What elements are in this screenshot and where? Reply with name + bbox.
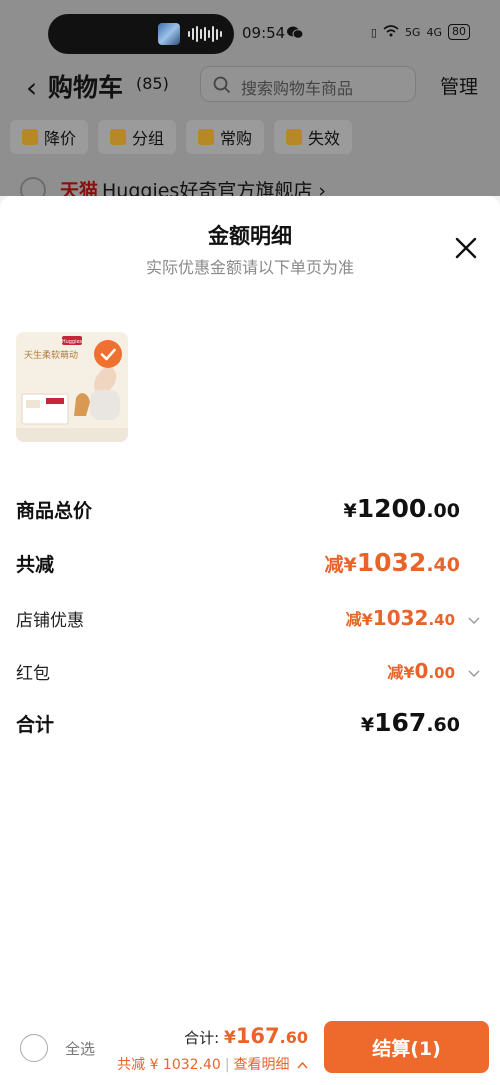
- row-sum: 合计 ¥167.60: [16, 708, 460, 740]
- total-reduction-label: 共减: [16, 554, 55, 576]
- bottom-discount: 共减 ¥ 1032.40 | 查看明细: [117, 1054, 308, 1074]
- svg-text:Huggies: Huggies: [62, 339, 83, 345]
- total-price-value: ¥1200.00: [343, 494, 461, 523]
- battery-icon: 80: [448, 24, 470, 40]
- vibrate-icon: ▯: [370, 25, 377, 39]
- product-thumbnail[interactable]: Huggies 天生柔软萌动: [16, 332, 128, 442]
- store-discount-label: 店铺优惠: [16, 611, 84, 631]
- store-discount-value: 减¥1032.40: [346, 606, 480, 630]
- discount-summary: 共减 ¥ 1032.40: [117, 1057, 221, 1073]
- manage-button[interactable]: 管理: [440, 72, 478, 99]
- filter-chips: 降价 分组 常购 失效: [10, 120, 353, 154]
- chevron-down-icon: [468, 670, 480, 677]
- audio-wave-icon: [188, 25, 222, 43]
- price-drop-icon: [22, 129, 38, 145]
- search-placeholder: 搜索购物车商品: [241, 79, 354, 98]
- sheet-subtitle: 实际优惠金额请以下单页为准: [145, 258, 354, 277]
- sheet-title: 金额明细: [208, 224, 292, 248]
- row-red-packet[interactable]: 红包 减¥0.00: [16, 659, 480, 689]
- dynamic-island[interactable]: [48, 14, 234, 54]
- row-total-price: 商品总价 ¥1200.00: [16, 494, 461, 526]
- separator: |: [224, 1057, 230, 1073]
- wifi-icon: [383, 24, 399, 40]
- sum-value: ¥167.60: [360, 708, 460, 737]
- wechat-notification-icon: [287, 26, 303, 39]
- cart-icon: [198, 129, 215, 145]
- row-store-discount[interactable]: 店铺优惠 减¥1032.40: [16, 606, 480, 636]
- sum-label: 合计: [16, 714, 55, 736]
- select-all-label[interactable]: 全选: [65, 1038, 95, 1059]
- filter-invalid[interactable]: 失效: [274, 120, 353, 154]
- row-total-reduction: 共减 减¥1032.40: [16, 548, 461, 580]
- filter-group[interactable]: 分组: [98, 120, 177, 154]
- total-price-label: 商品总价: [16, 500, 93, 522]
- amount-detail-sheet: 金额明细 实际优惠金额请以下单页为准 Huggies 天生柔软萌动 商品总价 ¥…: [0, 196, 500, 1085]
- search-icon: [213, 76, 231, 94]
- view-detail-link[interactable]: 查看明细: [234, 1057, 290, 1073]
- back-chevron-icon[interactable]: ‹: [26, 71, 37, 104]
- media-thumbnail: [158, 23, 180, 45]
- total-reduction-value: 减¥1032.40: [324, 548, 461, 577]
- red-packet-label: 红包: [16, 664, 50, 684]
- status-time: 09:54: [242, 24, 286, 42]
- signal-4g-label: 4G: [426, 25, 442, 39]
- checkout-bar: 全选 合计: ¥167.60 共减 ¥ 1032.40 | 查看明细 结算(1): [0, 1010, 500, 1085]
- filter-price-drop[interactable]: 降价: [10, 120, 89, 154]
- status-bar: 09:54 ▯ 5G 4G 80: [0, 0, 500, 62]
- invalid-icon: [286, 129, 303, 145]
- status-indicators: ▯ 5G 4G 80: [371, 24, 470, 40]
- signal-5g-label: 5G: [404, 25, 421, 39]
- chevron-down-icon: [468, 617, 480, 624]
- page-title: 购物车: [48, 73, 124, 102]
- folder-icon: [110, 129, 127, 145]
- search-input[interactable]: 搜索购物车商品: [200, 66, 416, 102]
- bottom-total: 合计: ¥167.60: [184, 1024, 308, 1048]
- red-packet-value: 减¥0.00: [387, 659, 480, 683]
- checkout-button[interactable]: 结算(1): [324, 1021, 489, 1073]
- selected-check-icon: [94, 340, 122, 368]
- chevron-up-icon[interactable]: [297, 1061, 308, 1069]
- select-all-radio[interactable]: [20, 1034, 48, 1062]
- cart-count: (85): [136, 74, 169, 93]
- svg-text:天生柔软萌动: 天生柔软萌动: [24, 349, 78, 361]
- cart-header: ‹ 购物车 (85) 搜索购物车商品 管理 降价 分组 常购 失效 天猫 Hug…: [0, 62, 500, 203]
- close-icon[interactable]: [452, 234, 480, 262]
- filter-frequent[interactable]: 常购: [186, 120, 265, 154]
